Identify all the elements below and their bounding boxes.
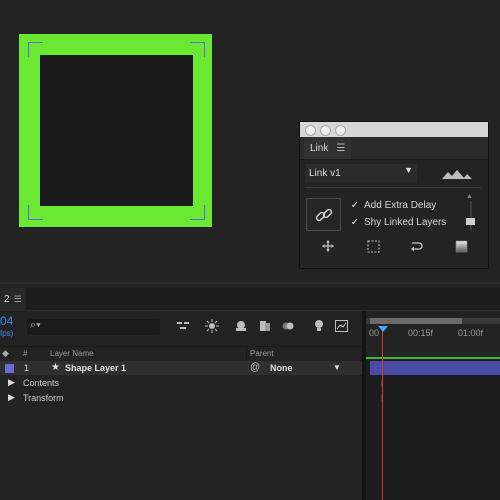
- checkmark-icon[interactable]: ✓: [350, 217, 360, 228]
- track-area[interactable]: [366, 360, 500, 500]
- move-arrows-icon[interactable]: [320, 238, 336, 254]
- panel-menu-icon[interactable]: ☰: [14, 294, 22, 305]
- chain-link-icon: [315, 208, 332, 221]
- layer-index: 1: [24, 363, 30, 373]
- preset-row: Link v1 ▼: [300, 162, 488, 184]
- link-panel-tabbar: Link ☰: [300, 137, 488, 160]
- playhead-handle[interactable]: [378, 326, 388, 332]
- render-bar: [366, 357, 500, 359]
- parent-dropdown-value[interactable]: None: [270, 363, 293, 373]
- chevron-down-icon: ▼: [404, 165, 413, 175]
- graph-editor-lightbulb-icon[interactable]: [312, 319, 326, 333]
- panel-top-border: [0, 282, 500, 284]
- shy-layers-icon[interactable]: [234, 319, 248, 333]
- layer-label-color[interactable]: [5, 364, 14, 373]
- preset-dropdown[interactable]: Link v1 ▼: [305, 164, 417, 182]
- preset-dropdown-value: Link v1: [309, 167, 341, 179]
- motion-blur-icon[interactable]: [282, 319, 296, 333]
- expand-triangle-icon[interactable]: ▶: [8, 392, 15, 403]
- draft-3d-icon[interactable]: [205, 319, 219, 333]
- tab-composition-label: 2: [4, 293, 10, 305]
- shy-linked-layers-label: Shy Linked Layers: [364, 216, 447, 228]
- chevron-up-icon: ▲: [466, 193, 473, 200]
- window-close-button[interactable]: [305, 125, 316, 136]
- graph-editor-icon[interactable]: [334, 319, 348, 333]
- checkmark-icon[interactable]: ✓: [350, 200, 360, 211]
- chevron-down-icon[interactable]: ▼: [333, 363, 341, 372]
- contents-label: Contents: [23, 378, 60, 388]
- expand-triangle-icon[interactable]: ▶: [8, 377, 15, 388]
- timeline-tabbar: 2 ☰: [0, 288, 500, 311]
- gradient-square-icon[interactable]: [453, 238, 469, 254]
- add-extra-delay-checkbox-row[interactable]: ✓ Add Extra Delay: [350, 198, 436, 212]
- layer-name[interactable]: Shape Layer 1: [65, 363, 126, 373]
- layer-column-header: ◆ # Layer Name Parent: [0, 346, 362, 362]
- star-icon: ★: [51, 362, 60, 373]
- tab-link[interactable]: Link ☰: [304, 137, 352, 159]
- mountain-icon[interactable]: [442, 169, 472, 179]
- selection-corner-top-left: [28, 42, 43, 57]
- vertical-slider[interactable]: [470, 201, 472, 231]
- panel-menu-icon[interactable]: ☰: [336, 143, 345, 154]
- ruler-label-end: 01:00f: [458, 328, 484, 338]
- slider-handle[interactable]: [466, 218, 475, 225]
- layer-name-column-header[interactable]: Layer Name: [50, 349, 94, 358]
- tab-composition[interactable]: 2 ☰: [0, 288, 26, 310]
- number-column-header[interactable]: #: [23, 349, 27, 358]
- selection-corner-bottom-left: [28, 205, 43, 220]
- fps-label: fps): [0, 329, 14, 338]
- layer-search-input[interactable]: [27, 319, 160, 335]
- column-divider: [246, 347, 247, 361]
- transform-row[interactable]: ▶ Transform: [0, 391, 362, 405]
- work-area-range[interactable]: [370, 318, 462, 324]
- contents-row[interactable]: ▶ Contents: [0, 376, 362, 390]
- layer-duration-bar[interactable]: [370, 361, 500, 375]
- layer-row[interactable]: 1 ★ Shape Layer 1 @ None ▼: [0, 361, 362, 375]
- link-panel: Link ☰ Link v1 ▼ ✓ Add Extra Delay ✓ Shy…: [299, 121, 489, 269]
- dotted-rect-icon[interactable]: [365, 238, 381, 254]
- playhead-line[interactable]: [382, 330, 383, 500]
- current-time-display[interactable]: 04: [0, 314, 13, 328]
- add-extra-delay-label: Add Extra Delay: [364, 199, 437, 211]
- search-icon[interactable]: ⌕▾: [30, 319, 41, 332]
- link-panel-titlebar[interactable]: [300, 122, 488, 137]
- window-maximize-button[interactable]: [335, 125, 346, 136]
- timeline-panel: 2 ☰ 04 fps) ⌕▾ ◆ # Layer Name Parent 1 ★: [0, 282, 500, 500]
- shy-linked-layers-checkbox-row[interactable]: ✓ Shy Linked Layers: [350, 215, 446, 229]
- ruler-label-mid: 00:15f: [408, 328, 434, 338]
- divider: [305, 187, 481, 188]
- pickwhip-spiral-icon[interactable]: @: [250, 362, 260, 373]
- comp-flowchart-icon[interactable]: [176, 319, 190, 333]
- transform-label: Transform: [23, 393, 64, 403]
- frame-blending-icon[interactable]: [258, 319, 272, 333]
- window-minimize-button[interactable]: [320, 125, 331, 136]
- tab-link-label: Link: [310, 142, 329, 154]
- selection-corner-bottom-right: [190, 205, 205, 220]
- selection-corner-top-right: [190, 42, 205, 57]
- parent-column-header[interactable]: Parent: [250, 349, 274, 358]
- label-tag-icon[interactable]: ◆: [2, 348, 9, 359]
- shape-inner-cutout: [40, 55, 193, 206]
- loop-arrow-icon[interactable]: [408, 238, 424, 254]
- link-button[interactable]: [306, 198, 341, 231]
